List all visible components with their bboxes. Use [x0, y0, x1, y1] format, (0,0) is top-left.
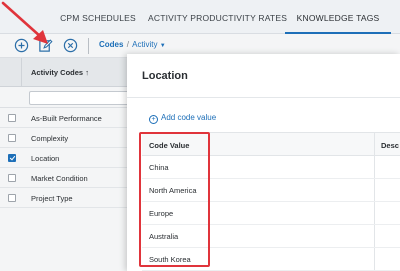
row-label: Market Condition: [31, 174, 88, 183]
row-label: Complexity: [31, 134, 69, 143]
table-row[interactable]: As-Built Performance: [0, 108, 130, 128]
filter-input[interactable]: [29, 91, 139, 105]
row-checkbox[interactable]: [8, 134, 16, 142]
row-label: Project Type: [31, 194, 73, 203]
annotation-arrow-icon: [1, 1, 48, 44]
row-label: Location: [31, 154, 60, 163]
row-checkbox[interactable]: [8, 114, 16, 122]
plus-circle-icon: +: [149, 115, 158, 124]
row-checkbox[interactable]: [8, 174, 16, 182]
tab-activity-productivity-rates[interactable]: ACTIVITY PRODUCTIVITY RATES: [148, 0, 287, 34]
filter-row: [0, 87, 139, 108]
add-code-value-button[interactable]: + Add code value: [149, 113, 216, 124]
panel-divider: [127, 97, 400, 98]
chevron-down-icon[interactable]: ▼: [160, 43, 166, 49]
table-row[interactable]: Market Condition: [0, 168, 130, 188]
highlight-box: [139, 132, 210, 267]
row-checkbox-checked[interactable]: [8, 154, 16, 162]
table-row[interactable]: Complexity: [0, 128, 130, 148]
column-header-activity-codes[interactable]: Activity Codes ↑: [31, 68, 89, 77]
row-checkbox[interactable]: [8, 194, 16, 202]
breadcrumb-current[interactable]: Activity: [132, 40, 157, 49]
sort-ascending-icon[interactable]: ↑: [85, 68, 89, 77]
activity-codes-grid: Activity Codes ↑ As-Built Performance Co…: [0, 58, 139, 271]
table-row[interactable]: Project Type: [0, 188, 130, 208]
tab-knowledge-tags[interactable]: KNOWLEDGE TAGS: [285, 0, 391, 34]
table-row[interactable]: Location: [0, 148, 130, 168]
column-header-description[interactable]: Desc: [381, 141, 399, 150]
column-header-label: Activity Codes: [31, 68, 84, 77]
breadcrumb: Codes / Activity ▼: [99, 40, 166, 49]
panel-title: Location: [142, 70, 188, 82]
grid-header: Activity Codes ↑: [0, 58, 130, 87]
breadcrumb-separator: /: [126, 40, 129, 49]
select-all-column: [0, 58, 22, 87]
breadcrumb-root[interactable]: Codes: [99, 40, 123, 49]
toolbar-divider: [88, 38, 89, 54]
add-code-value-label: Add code value: [161, 113, 217, 122]
row-label: As-Built Performance: [31, 114, 102, 123]
